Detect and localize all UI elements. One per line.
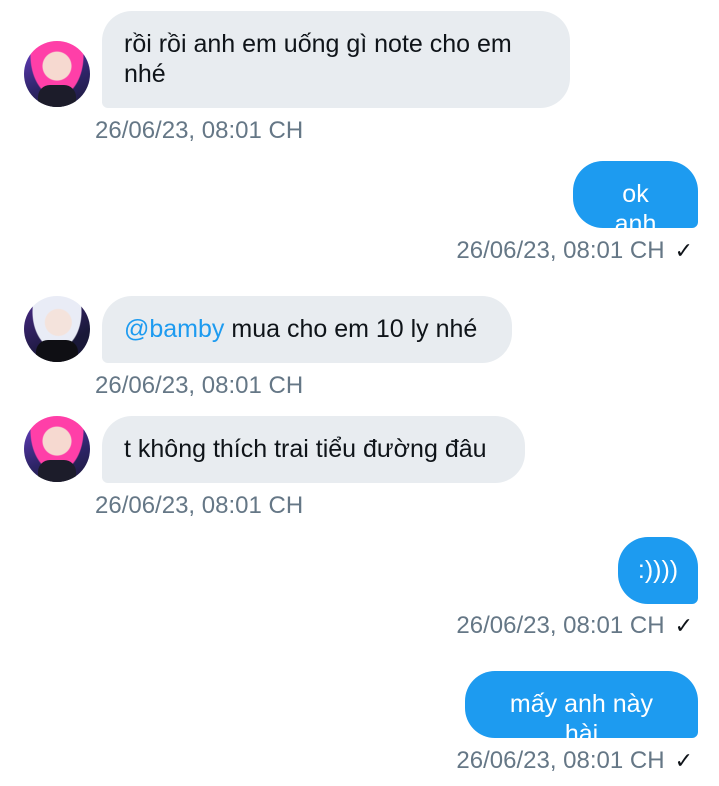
message-timestamp-row: 26/06/23, 08:01 CH ✓: [456, 237, 693, 265]
message-text: mấy anh này hài: [509, 690, 654, 748]
message-text: t không thích trai tiểu đường đâu: [124, 435, 487, 463]
user-mention-link[interactable]: @bamby: [124, 315, 224, 343]
pink-hair-avatar[interactable]: [24, 416, 90, 482]
sent-check-icon: ✓: [674, 613, 693, 638]
incoming-message-bubble[interactable]: rồi rồi anh em uống gì note cho em nhé: [102, 11, 570, 108]
message-timestamp: 26/06/23, 08:01 CH: [456, 612, 665, 639]
sent-check-icon: ✓: [674, 238, 693, 263]
message-timestamp: 26/06/23, 08:01 CH: [456, 237, 665, 264]
message-timestamp: 26/06/23, 08:01 CH: [95, 372, 304, 399]
outgoing-message-bubble[interactable]: mấy anh này hài: [465, 671, 698, 748]
incoming-message-bubble[interactable]: @bamby mua cho em 10 ly nhé: [102, 296, 512, 363]
message-timestamp: 26/06/23, 08:01 CH: [95, 492, 304, 519]
silver-hair-avatar[interactable]: [24, 296, 90, 362]
message-timestamp: 26/06/23, 08:01 CH: [456, 747, 665, 774]
message-text: ok anh: [614, 180, 657, 238]
message-text: rồi rồi anh em uống gì note cho em nhé: [124, 30, 512, 88]
incoming-message-bubble[interactable]: t không thích trai tiểu đường đâu: [102, 416, 525, 483]
message-timestamp-row: 26/06/23, 08:01 CH ✓: [456, 747, 693, 775]
outgoing-message-bubble[interactable]: :)))): [618, 537, 698, 604]
message-timestamp: 26/06/23, 08:01 CH: [95, 117, 304, 144]
message-text: :)))): [637, 556, 679, 584]
message-text: mua cho em 10 ly nhé: [224, 315, 478, 343]
sent-check-icon: ✓: [674, 748, 693, 773]
outgoing-message-bubble[interactable]: ok anh: [573, 161, 698, 238]
pink-hair-avatar[interactable]: [24, 41, 90, 107]
message-timestamp-row: 26/06/23, 08:01 CH ✓: [456, 612, 693, 640]
